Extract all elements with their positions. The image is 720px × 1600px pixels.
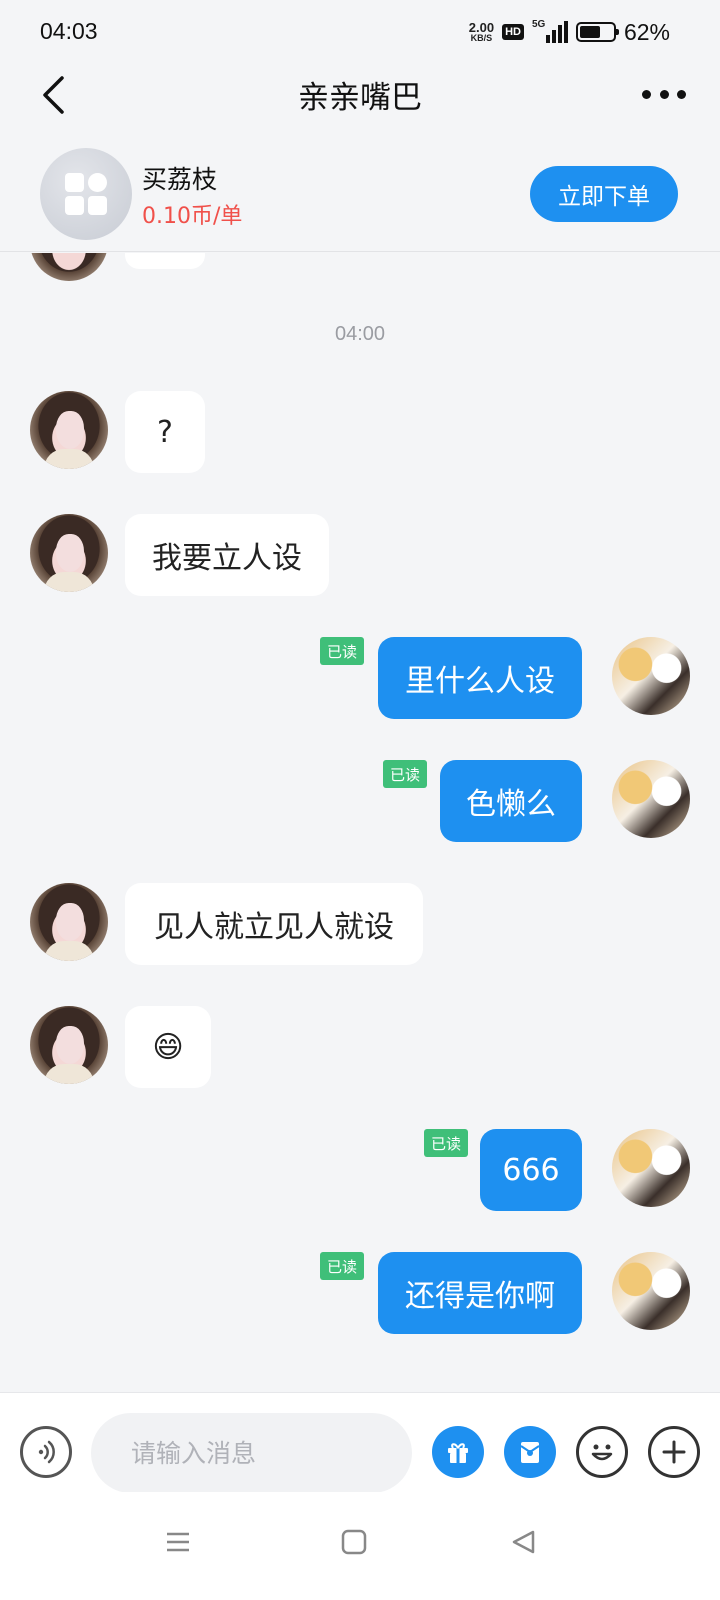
input-bar	[0, 1392, 720, 1493]
chat-area[interactable]: 04:00 ? 我要立人设 已读 里什么人设 已读 色懒么 见人就立见人就设 😄…	[0, 253, 720, 1391]
message-bubble[interactable]: 见人就立见人就设	[125, 883, 423, 965]
message-bubble[interactable]: 😄	[125, 1006, 211, 1088]
message-row: 见人就立见人就设	[0, 883, 720, 965]
message-bubble[interactable]: 里什么人设	[378, 637, 582, 719]
menu-nav-button[interactable]	[158, 1522, 198, 1562]
service-price: 0.10币/单	[142, 204, 243, 229]
more-actions-button[interactable]	[648, 1426, 700, 1478]
message-row: 已读 里什么人设	[0, 637, 720, 719]
emoji-icon	[591, 1444, 613, 1461]
battery-icon	[575, 22, 619, 42]
apps-icon	[65, 173, 107, 215]
read-badge: 已读	[382, 760, 427, 788]
network-type: 5G	[531, 19, 546, 30]
plus-icon	[662, 1440, 686, 1464]
dot-icon	[677, 89, 686, 99]
avatar[interactable]	[612, 1252, 690, 1330]
back-icon	[512, 1530, 535, 1554]
emoji-button[interactable]	[576, 1426, 628, 1478]
system-nav-bar	[0, 1492, 720, 1600]
avatar[interactable]	[30, 1006, 108, 1084]
red-packet-icon	[520, 1442, 540, 1463]
service-card: 买荔枝 0.10币/单 立即下单	[0, 134, 720, 252]
message-input[interactable]	[91, 1413, 412, 1493]
back-nav-button[interactable]	[504, 1522, 544, 1562]
gift-icon	[448, 1443, 468, 1463]
voice-icon	[38, 1440, 55, 1464]
network-speed-unit: KB/S	[470, 33, 493, 43]
home-nav-button[interactable]	[334, 1522, 374, 1562]
message-bubble[interactable]	[125, 253, 205, 269]
service-name: 买荔枝	[142, 165, 218, 194]
chat-timestamp: 04:00	[334, 323, 386, 345]
message-row: 😄	[0, 1006, 720, 1088]
avatar[interactable]	[612, 1129, 690, 1207]
signal-icon: 5G	[531, 19, 568, 43]
avatar[interactable]	[30, 514, 108, 592]
message-bubble[interactable]: ?	[125, 391, 205, 473]
menu-icon	[167, 1532, 189, 1552]
message-bubble[interactable]: 666	[480, 1129, 582, 1211]
avatar[interactable]	[612, 760, 690, 838]
message-row: 我要立人设	[0, 514, 720, 596]
message-bubble[interactable]: 我要立人设	[125, 514, 329, 596]
more-options-button[interactable]	[642, 84, 686, 104]
status-bar: 04:03 2.00 KB/S HD 5G 62%	[0, 0, 720, 64]
home-icon	[341, 1529, 367, 1555]
avatar[interactable]	[612, 637, 690, 715]
message-bubble[interactable]: 色懒么	[440, 760, 582, 842]
avatar[interactable]	[30, 391, 108, 469]
order-now-button[interactable]: 立即下单	[530, 166, 678, 222]
avatar[interactable]	[30, 883, 108, 961]
service-avatar	[40, 148, 132, 240]
battery-percent: 62%	[623, 18, 670, 45]
read-badge: 已读	[319, 637, 364, 665]
message-row: 已读 666	[0, 1129, 720, 1211]
status-time: 04:03	[40, 18, 98, 44]
gift-button[interactable]	[432, 1426, 484, 1478]
dot-icon	[642, 89, 651, 99]
read-badge: 已读	[423, 1129, 468, 1157]
avatar[interactable]	[30, 253, 108, 281]
status-icons: 2.00 KB/S HD 5G 62%	[469, 17, 670, 47]
page-title: 亲亲嘴巴	[298, 80, 422, 116]
hd-icon: HD	[502, 24, 524, 40]
message-row: ?	[0, 391, 720, 473]
read-badge: 已读	[319, 1252, 364, 1280]
red-packet-button[interactable]	[504, 1426, 556, 1478]
network-speed: 2.00 KB/S	[469, 21, 494, 43]
message-row: 已读 色懒么	[0, 760, 720, 842]
chat-header: 亲亲嘴巴	[0, 64, 720, 126]
message-bubble[interactable]: 还得是你啊	[378, 1252, 582, 1334]
dot-icon	[659, 89, 669, 99]
voice-button[interactable]	[20, 1426, 72, 1478]
message-row: 已读 还得是你啊	[0, 1252, 720, 1334]
